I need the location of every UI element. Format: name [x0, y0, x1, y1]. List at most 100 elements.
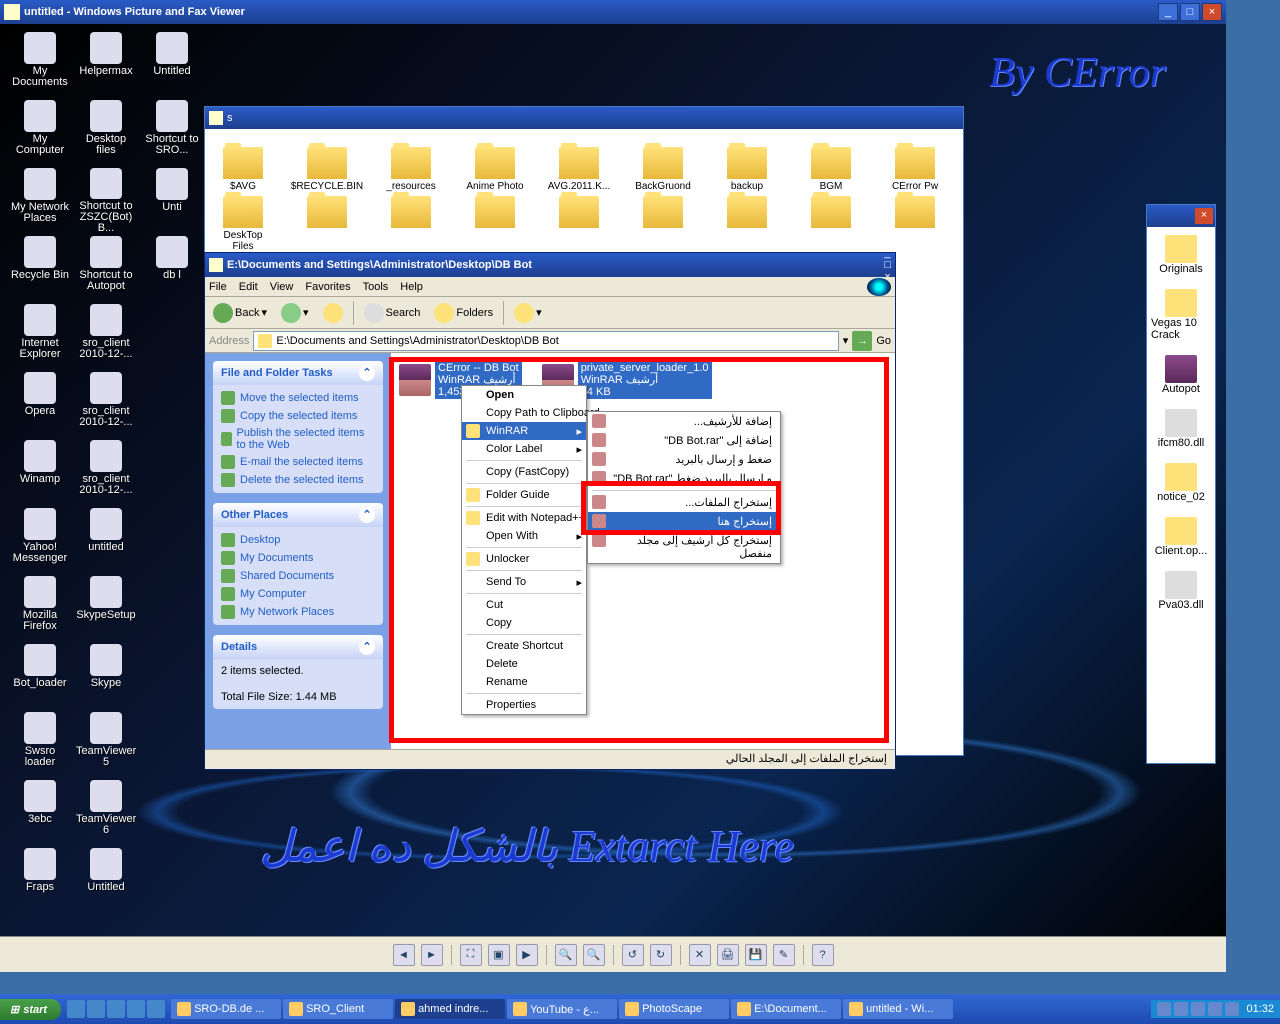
folder-item[interactable] [465, 196, 525, 252]
folder-item[interactable]: DeskTop Files [213, 196, 273, 252]
desktop-icon[interactable]: Shortcut to ZSZC(Bot) B... [76, 168, 136, 232]
rotate-ccw-button[interactable]: ↺ [622, 944, 644, 966]
ql-item[interactable] [107, 1000, 125, 1018]
ctx-item[interactable]: Cut [462, 596, 586, 614]
taskbar-task[interactable]: PhotoScape [619, 999, 729, 1019]
back-button[interactable]: Back ▾ [209, 301, 271, 325]
submenu-item[interactable]: إضافة للأرشيف... [588, 412, 780, 431]
ql-item[interactable] [127, 1000, 145, 1018]
folder-item[interactable]: Anime Photo [465, 147, 525, 192]
main-explorer-window[interactable]: E:\Documents and Settings\Administrator\… [204, 252, 896, 770]
panel-item[interactable]: Delete the selected items [221, 473, 375, 487]
folder-item[interactable] [297, 196, 357, 252]
file-area[interactable]: CError -- DB Bot WinRAR أرشيف 1,453 KB p… [391, 353, 895, 749]
close-button[interactable]: × [1202, 3, 1222, 21]
side-item[interactable]: notice_02 [1151, 463, 1211, 503]
folders-button[interactable]: Folders [430, 301, 497, 325]
address-input[interactable]: E:\Documents and Settings\Administrator\… [253, 331, 838, 351]
menu-view[interactable]: View [270, 281, 294, 293]
save-button[interactable]: 💾 [745, 944, 767, 966]
panel-item[interactable]: Shared Documents [221, 569, 375, 583]
folder-item[interactable]: AVG.2011.K... [549, 147, 609, 192]
fit-button[interactable]: ⛶ [460, 944, 482, 966]
ctx-item[interactable]: Folder Guide [462, 486, 586, 504]
forward-button[interactable]: ▾ [277, 301, 313, 325]
folder-item[interactable] [717, 196, 777, 252]
side-item[interactable]: Originals [1151, 235, 1211, 275]
folder-item[interactable]: backup [717, 147, 777, 192]
minimize-button[interactable]: _ [884, 247, 891, 259]
ctx-item[interactable]: Create Shortcut [462, 637, 586, 655]
desktop-icon[interactable]: Winamp [10, 440, 70, 504]
panel-item[interactable]: Publish the selected items to the Web [221, 427, 375, 451]
side-explorer-titlebar[interactable]: × [1147, 205, 1215, 227]
folder-item[interactable]: BGM [801, 147, 861, 192]
folder-item[interactable] [885, 196, 945, 252]
print-button[interactable]: 🖨 [717, 944, 739, 966]
edit-button[interactable]: ✎ [773, 944, 795, 966]
views-button[interactable]: ▾ [510, 301, 546, 325]
ctx-item[interactable]: Send To [462, 573, 586, 591]
desktop-icon[interactable]: Recycle Bin [10, 236, 70, 300]
desktop-icon[interactable]: Fraps [10, 848, 70, 912]
menu-favorites[interactable]: Favorites [305, 281, 350, 293]
ql-item[interactable] [147, 1000, 165, 1018]
menubar[interactable]: FileEditViewFavoritesToolsHelp [205, 277, 895, 297]
system-tray[interactable]: 01:32 [1151, 1000, 1280, 1018]
maximize-button[interactable]: □ [884, 259, 891, 271]
desktop-icon[interactable]: Skype [76, 644, 136, 708]
context-menu[interactable]: OpenCopy Path to ClipboardWinRARColor La… [461, 385, 587, 715]
ql-item[interactable] [67, 1000, 85, 1018]
desktop-icon[interactable]: TeamViewer 5 [76, 712, 136, 776]
ql-item[interactable] [87, 1000, 105, 1018]
next-button[interactable]: ► [421, 944, 443, 966]
side-item[interactable]: Vegas 10 Crack [1151, 289, 1211, 341]
zoomin-button[interactable]: 🔍 [555, 944, 577, 966]
folder-item[interactable]: $RECYCLE.BIN [297, 147, 357, 192]
tray-icon[interactable] [1225, 1002, 1239, 1016]
slideshow-button[interactable]: ▶ [516, 944, 538, 966]
up-button[interactable] [319, 301, 347, 325]
desktop-icon[interactable]: sro_client 2010-12-... [76, 372, 136, 436]
submenu-item[interactable]: إستخراج كل أرشيف إلى مجلد منفصل [588, 531, 780, 563]
panel-item[interactable]: Desktop [221, 533, 375, 547]
tray-icon[interactable] [1174, 1002, 1188, 1016]
taskbar-task[interactable]: E:\Document... [731, 999, 841, 1019]
rotate-cw-button[interactable]: ↻ [650, 944, 672, 966]
desktop-icon[interactable]: Untitled [142, 32, 202, 96]
submenu-item[interactable]: ضغط و إرسال بالبريد [588, 450, 780, 469]
folder-item[interactable] [381, 196, 441, 252]
desktop-icon[interactable]: SkypeSetup [76, 576, 136, 640]
menu-edit[interactable]: Edit [239, 281, 258, 293]
desktop-icon[interactable]: sro_client 2010-12-... [76, 304, 136, 368]
desktop-icon[interactable]: db l [142, 236, 202, 300]
ctx-item[interactable]: Copy Path to Clipboard [462, 404, 586, 422]
maximize-button[interactable]: □ [1180, 3, 1200, 21]
desktop-icon[interactable]: Opera [10, 372, 70, 436]
ctx-item[interactable]: Delete [462, 655, 586, 673]
help-button[interactable]: ? [812, 944, 834, 966]
side-item[interactable]: Autopot [1151, 355, 1211, 395]
menu-help[interactable]: Help [400, 281, 423, 293]
folder-item[interactable]: CError Pw [885, 147, 945, 192]
desktop-icon[interactable]: My Network Places [10, 168, 70, 232]
tray-icon[interactable] [1157, 1002, 1171, 1016]
desktop-icon[interactable]: Shortcut to Autopot [76, 236, 136, 300]
side-item[interactable]: ifcm80.dll [1151, 409, 1211, 449]
desktop-icon[interactable]: untitled [76, 508, 136, 572]
panel-item[interactable]: Copy the selected items [221, 409, 375, 423]
panel-item[interactable]: Move the selected items [221, 391, 375, 405]
desktop-icon[interactable]: Yahoo! Messenger [10, 508, 70, 572]
folder-item[interactable]: _resources [381, 147, 441, 192]
desktop-icon[interactable]: Untitled [76, 848, 136, 912]
tasks-panel-header[interactable]: File and Folder Tasks⌃ [213, 361, 383, 385]
folder-item[interactable] [633, 196, 693, 252]
desktop-icon[interactable]: Helpermax [76, 32, 136, 96]
menu-tools[interactable]: Tools [363, 281, 389, 293]
ctx-item[interactable]: Rename [462, 673, 586, 691]
desktop-icon[interactable]: My Computer [10, 100, 70, 164]
desktop-icon[interactable]: sro_client 2010-12-... [76, 440, 136, 504]
taskbar-task[interactable]: untitled - Wi... [843, 999, 953, 1019]
desktop-icon[interactable]: Swsro loader [10, 712, 70, 776]
desktop-icon[interactable]: 3ebc [10, 780, 70, 844]
